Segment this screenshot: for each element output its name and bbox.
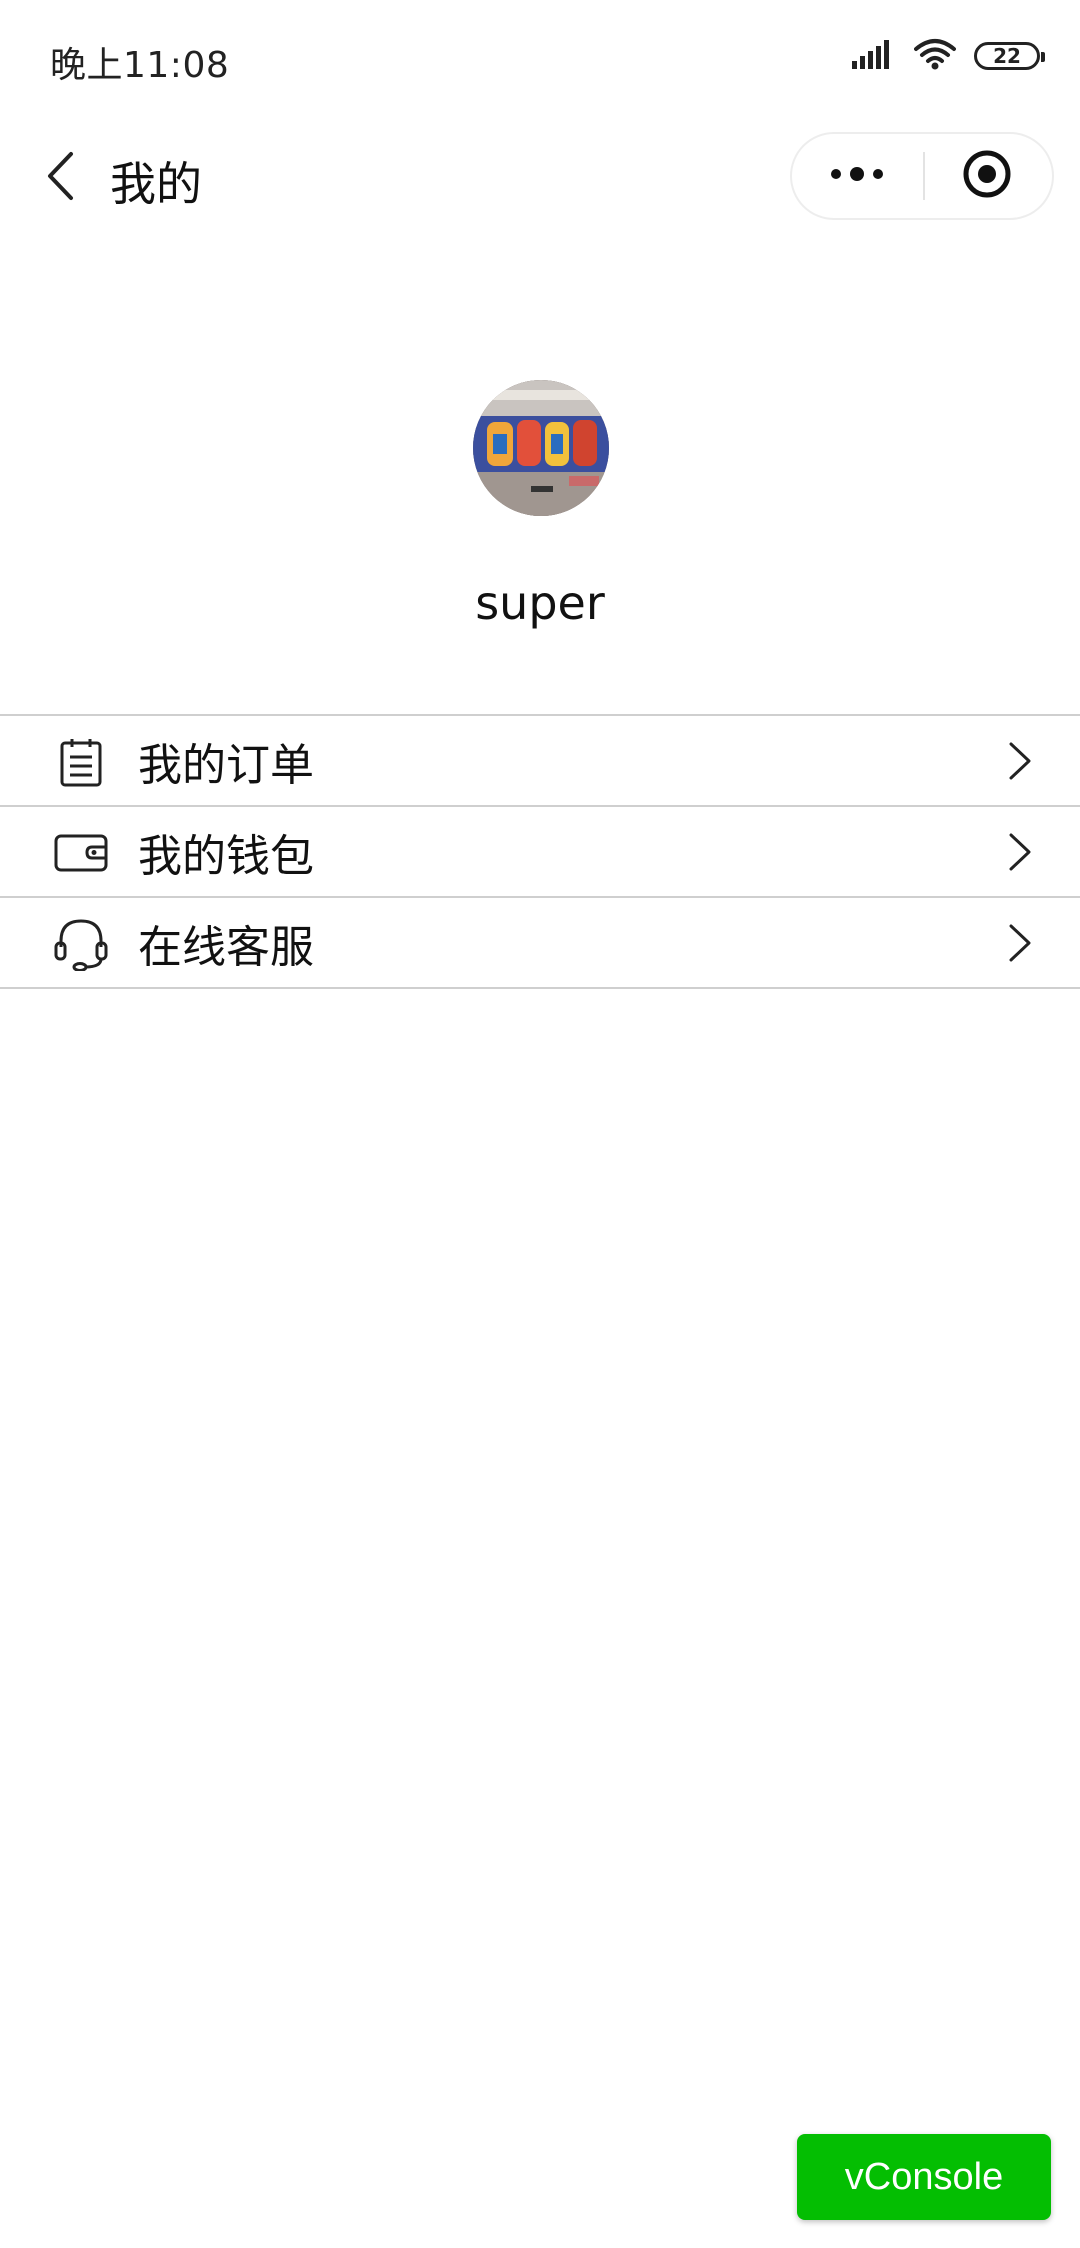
more-dots-icon bbox=[829, 164, 885, 188]
wallet-icon bbox=[52, 825, 110, 881]
navigation-bar: 我的 bbox=[0, 116, 1080, 240]
status-bar: 晚上11:08 22 bbox=[0, 0, 1080, 116]
chevron-left-icon bbox=[45, 151, 75, 205]
headset-icon bbox=[52, 916, 110, 972]
status-icons: 22 bbox=[852, 38, 1045, 74]
menu-item-support[interactable]: 在线客服 bbox=[0, 898, 1080, 989]
battery-level: 22 bbox=[993, 44, 1021, 68]
menu-item-label: 在线客服 bbox=[138, 921, 314, 973]
close-button[interactable] bbox=[922, 134, 1052, 218]
menu-item-wallet[interactable]: 我的钱包 bbox=[0, 807, 1080, 898]
menu-item-orders[interactable]: 我的订单 bbox=[0, 716, 1080, 807]
page-title: 我的 bbox=[110, 157, 202, 211]
mini-program-capsule bbox=[790, 132, 1054, 220]
avatar[interactable] bbox=[473, 380, 609, 516]
menu-list: 我的订单 我的钱包 在线客服 bbox=[0, 714, 1080, 989]
more-button[interactable] bbox=[792, 134, 922, 218]
chevron-right-icon bbox=[1000, 922, 1040, 964]
chevron-right-icon bbox=[1000, 831, 1040, 873]
vconsole-button[interactable]: vConsole bbox=[797, 2134, 1051, 2220]
menu-item-label: 我的钱包 bbox=[138, 830, 314, 882]
chevron-right-icon bbox=[1000, 740, 1040, 782]
clipboard-icon bbox=[52, 734, 110, 790]
target-close-icon bbox=[961, 148, 1013, 204]
username: super bbox=[475, 576, 605, 630]
wifi-icon bbox=[914, 38, 956, 74]
mine-page: 晚上11:08 22 我的 super 我的订单 我的钱包 在线客服 vCons… bbox=[0, 0, 1080, 2248]
battery-icon: 22 bbox=[974, 42, 1045, 70]
back-button[interactable] bbox=[28, 146, 92, 210]
signal-icon bbox=[852, 39, 896, 73]
graffiti-photo-avatar bbox=[473, 380, 609, 516]
status-time: 晚上11:08 bbox=[50, 45, 230, 86]
menu-item-label: 我的订单 bbox=[138, 739, 314, 791]
